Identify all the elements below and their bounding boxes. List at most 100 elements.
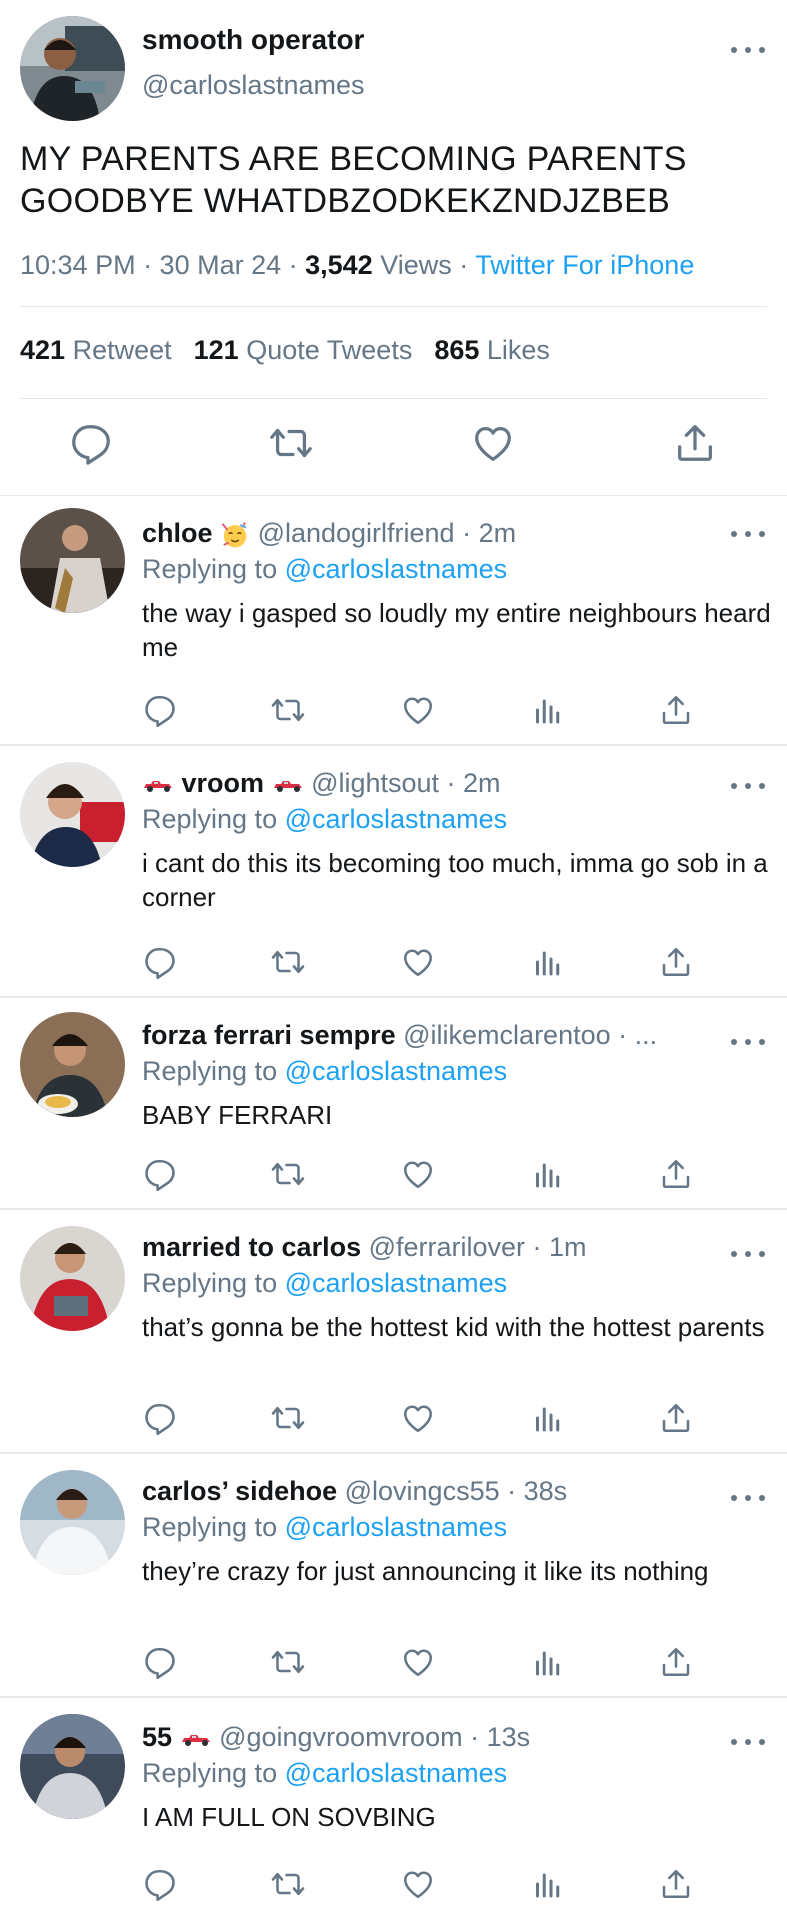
share-icon[interactable] bbox=[658, 1156, 694, 1192]
reply-tweet[interactable]: vroom @lightsout · 2m Replying to @carlo… bbox=[0, 746, 787, 998]
retweet-icon[interactable] bbox=[270, 944, 306, 980]
reply-header: chloe @landogirlfriend · 2m bbox=[142, 518, 717, 550]
like-icon[interactable] bbox=[400, 692, 436, 728]
like-icon[interactable] bbox=[400, 1400, 436, 1436]
more-icon[interactable] bbox=[731, 40, 765, 60]
more-icon[interactable] bbox=[731, 1032, 765, 1052]
analytics-icon[interactable] bbox=[530, 1644, 566, 1680]
reply-header: married to carlos @ferrarilover · 1m bbox=[142, 1232, 717, 1263]
reply-actions bbox=[0, 692, 787, 732]
reply-tweet[interactable]: chloe @landogirlfriend · 2m Replying to … bbox=[0, 496, 787, 746]
reply-tweet[interactable]: forza ferrari sempre @ilikemclarentoo · … bbox=[0, 998, 787, 1210]
share-icon[interactable] bbox=[658, 944, 694, 980]
reply-display-name[interactable]: 55 bbox=[142, 1722, 172, 1752]
retweets-stat[interactable]: 421 Retweet bbox=[20, 335, 172, 365]
quotes-stat[interactable]: 121 Quote Tweets bbox=[194, 335, 413, 365]
replying-to-link[interactable]: @carloslastnames bbox=[285, 554, 508, 584]
reply-actions bbox=[0, 944, 787, 984]
reply-handle[interactable]: @landogirlfriend · 2m bbox=[258, 518, 517, 548]
analytics-icon[interactable] bbox=[530, 1156, 566, 1192]
reply-tweet[interactable]: 55 @goingvroomvroom · 13s Replying to @c… bbox=[0, 1698, 787, 1920]
reply-actions bbox=[0, 1866, 787, 1906]
avatar[interactable] bbox=[20, 1714, 125, 1819]
divider bbox=[20, 398, 767, 399]
avatar[interactable] bbox=[20, 16, 125, 121]
replying-to: Replying to @carloslastnames bbox=[142, 804, 508, 834]
retweet-icon[interactable] bbox=[270, 692, 306, 728]
like-icon[interactable] bbox=[400, 944, 436, 980]
display-name[interactable]: smooth operator bbox=[142, 24, 364, 56]
race-car-icon bbox=[142, 776, 174, 794]
race-car-icon bbox=[272, 776, 304, 794]
replying-to: Replying to @carloslastnames bbox=[142, 1512, 508, 1542]
share-icon[interactable] bbox=[658, 1400, 694, 1436]
avatar[interactable] bbox=[20, 508, 125, 613]
reply-header: carlos’ sidehoe @lovingcs55 · 38s bbox=[142, 1476, 717, 1507]
like-icon[interactable] bbox=[400, 1866, 436, 1902]
tweet-source-link[interactable]: Twitter For iPhone bbox=[475, 250, 694, 280]
reply-handle[interactable]: @goingvroomvroom · 13s bbox=[219, 1722, 530, 1752]
retweet-icon[interactable] bbox=[270, 1400, 306, 1436]
race-car-icon bbox=[180, 1730, 212, 1748]
retweet-icon[interactable] bbox=[270, 1866, 306, 1902]
retweet-icon[interactable] bbox=[268, 420, 314, 466]
share-icon[interactable] bbox=[672, 420, 718, 466]
replying-to-link[interactable]: @carloslastnames bbox=[285, 804, 508, 834]
more-icon[interactable] bbox=[731, 524, 765, 544]
share-icon[interactable] bbox=[658, 692, 694, 728]
avatar[interactable] bbox=[20, 762, 125, 867]
retweet-icon[interactable] bbox=[270, 1156, 306, 1192]
replying-to-link[interactable]: @carloslastnames bbox=[285, 1268, 508, 1298]
reply-icon[interactable] bbox=[68, 420, 114, 466]
reply-tweet[interactable]: married to carlos @ferrarilover · 1m Rep… bbox=[0, 1210, 787, 1454]
analytics-icon[interactable] bbox=[530, 1866, 566, 1902]
reply-icon[interactable] bbox=[142, 1866, 178, 1902]
more-icon[interactable] bbox=[731, 776, 765, 796]
reply-handle[interactable]: @ilikemclarentoo · ... bbox=[403, 1020, 657, 1050]
replying-to: Replying to @carloslastnames bbox=[142, 1268, 508, 1298]
reply-display-name[interactable]: vroom bbox=[182, 768, 265, 798]
reply-handle[interactable]: @lovingcs55 · 38s bbox=[345, 1476, 568, 1506]
reply-icon[interactable] bbox=[142, 1644, 178, 1680]
share-icon[interactable] bbox=[658, 1866, 694, 1902]
retweet-icon[interactable] bbox=[270, 1644, 306, 1680]
views-count: 3,542 bbox=[305, 250, 373, 280]
partying-face-icon bbox=[220, 520, 250, 550]
reply-display-name[interactable]: chloe bbox=[142, 518, 213, 548]
views-label: Views · bbox=[372, 250, 476, 280]
reply-display-name[interactable]: married to carlos bbox=[142, 1232, 361, 1262]
avatar[interactable] bbox=[20, 1226, 125, 1331]
more-icon[interactable] bbox=[731, 1244, 765, 1264]
reply-display-name[interactable]: carlos’ sidehoe bbox=[142, 1476, 337, 1506]
avatar[interactable] bbox=[20, 1470, 125, 1575]
replying-to: Replying to @carloslastnames bbox=[142, 554, 508, 584]
reply-text: they’re crazy for just announcing it lik… bbox=[142, 1556, 709, 1586]
like-icon[interactable] bbox=[400, 1644, 436, 1680]
like-icon[interactable] bbox=[470, 420, 516, 466]
reply-handle[interactable]: @ferrarilover · 1m bbox=[369, 1232, 587, 1262]
share-icon[interactable] bbox=[658, 1644, 694, 1680]
tweet-actions bbox=[0, 420, 787, 470]
tweet-meta: 10:34 PM · 30 Mar 24 · 3,542 Views · Twi… bbox=[20, 250, 694, 281]
reply-actions bbox=[0, 1156, 787, 1196]
tweet-time: 10:34 PM · 30 Mar 24 · bbox=[20, 250, 306, 280]
reply-icon[interactable] bbox=[142, 944, 178, 980]
user-handle[interactable]: @carloslastnames bbox=[142, 70, 365, 101]
reply-handle[interactable]: @lightsout · 2m bbox=[311, 768, 500, 798]
avatar[interactable] bbox=[20, 1012, 125, 1117]
replying-to-link[interactable]: @carloslastnames bbox=[285, 1512, 508, 1542]
more-icon[interactable] bbox=[731, 1732, 765, 1752]
reply-icon[interactable] bbox=[142, 1400, 178, 1436]
reply-icon[interactable] bbox=[142, 1156, 178, 1192]
analytics-icon[interactable] bbox=[530, 692, 566, 728]
replying-to-link[interactable]: @carloslastnames bbox=[285, 1758, 508, 1788]
more-icon[interactable] bbox=[731, 1488, 765, 1508]
analytics-icon[interactable] bbox=[530, 1400, 566, 1436]
reply-display-name[interactable]: forza ferrari sempre bbox=[142, 1020, 396, 1050]
replying-to-link[interactable]: @carloslastnames bbox=[285, 1056, 508, 1086]
analytics-icon[interactable] bbox=[530, 944, 566, 980]
like-icon[interactable] bbox=[400, 1156, 436, 1192]
reply-icon[interactable] bbox=[142, 692, 178, 728]
reply-tweet[interactable]: carlos’ sidehoe @lovingcs55 · 38s Replyi… bbox=[0, 1454, 787, 1698]
likes-stat[interactable]: 865 Likes bbox=[434, 335, 550, 365]
